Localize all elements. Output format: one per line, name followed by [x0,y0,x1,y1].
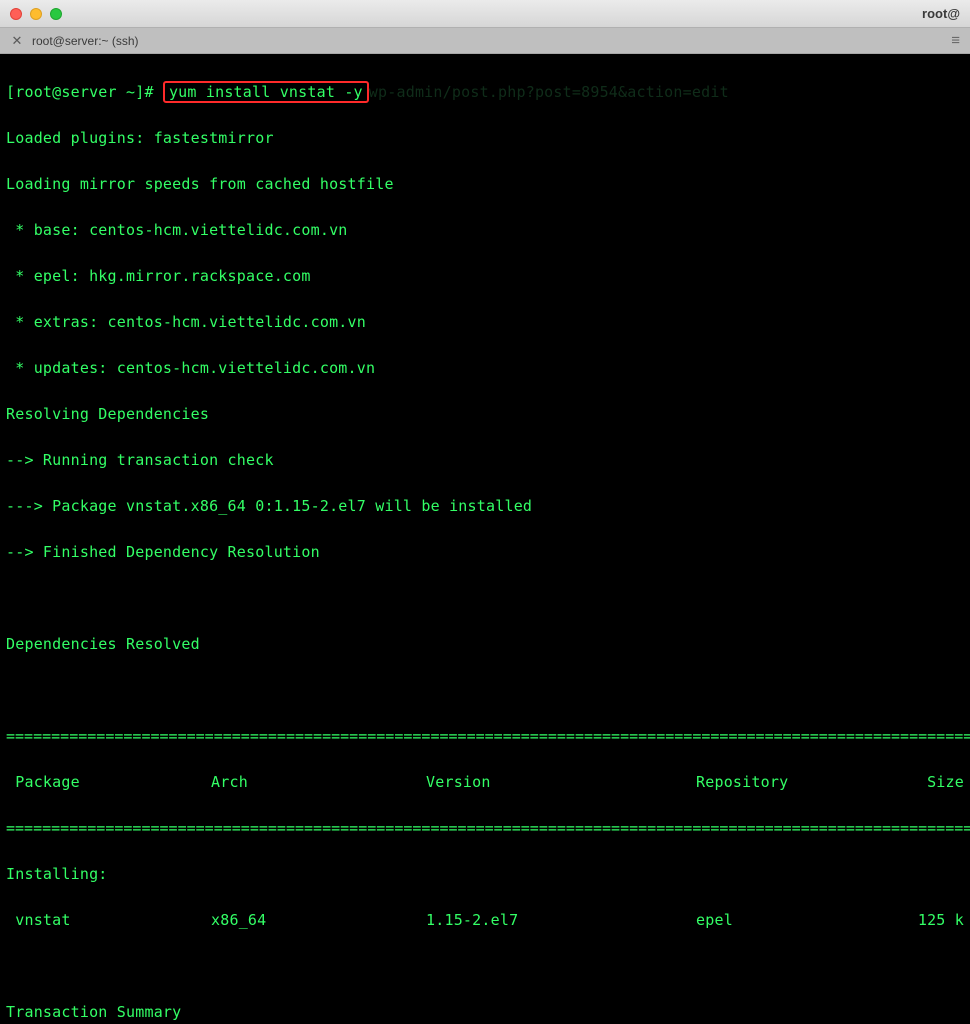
divider-line: ========================================… [6,817,964,840]
traffic-lights [10,8,62,20]
ghost-text: wp-admin/post.php?post=8954&action=edit [369,83,729,101]
tab-label: root@server:~ (ssh) [32,34,139,48]
terminal-line: Loaded plugins: fastestmirror [6,127,964,150]
prompt: [root@server ~]# [6,83,163,101]
col-package: Package [6,771,211,794]
cell-size: 125 k [876,909,964,932]
terminal-line: ---> Package vnstat.x86_64 0:1.15-2.el7 … [6,495,964,518]
maximize-window-button[interactable] [50,8,62,20]
command-highlight: yum install vnstat -y [163,81,369,103]
tab-ssh[interactable]: ✕ root@server:~ (ssh) ≡ [0,28,970,53]
terminal-line: Dependencies Resolved [6,633,964,656]
divider-line: ========================================… [6,725,964,748]
table-header-row: Package Arch Version Repository Size [6,771,964,794]
tab-menu-icon[interactable]: ≡ [951,32,960,49]
terminal-line: --> Finished Dependency Resolution [6,541,964,564]
terminal-line: --> Running transaction check [6,449,964,472]
terminal-line: Resolving Dependencies [6,403,964,426]
tab-bar: ✕ root@server:~ (ssh) ≡ [0,28,970,54]
close-tab-icon[interactable]: ✕ [10,33,24,49]
terminal-line: * extras: centos-hcm.viettelidc.com.vn [6,311,964,334]
titlebar[interactable]: root@ [0,0,970,28]
col-arch: Arch [211,771,426,794]
terminal-line: Loading mirror speeds from cached hostfi… [6,173,964,196]
terminal-body[interactable]: [root@server ~]# yum install vnstat -ywp… [0,54,970,1024]
cell-version: 1.15-2.el7 [426,909,696,932]
terminal-line: Installing: [6,863,964,886]
table-row: vnstat x86_64 1.15-2.el7 epel 125 k [6,909,964,932]
close-window-button[interactable] [10,8,22,20]
terminal-window: root@ ✕ root@server:~ (ssh) ≡ [root@serv… [0,0,970,1024]
terminal-line: Transaction Summary [6,1001,964,1024]
col-repository: Repository [696,771,876,794]
terminal-line: * updates: centos-hcm.viettelidc.com.vn [6,357,964,380]
cell-package: vnstat [6,909,211,932]
col-size: Size [876,771,964,794]
col-version: Version [426,771,696,794]
cell-arch: x86_64 [211,909,426,932]
cell-repository: epel [696,909,876,932]
terminal-line: * base: centos-hcm.viettelidc.com.vn [6,219,964,242]
terminal-line: * epel: hkg.mirror.rackspace.com [6,265,964,288]
window-title: root@ [922,6,960,21]
terminal-line: [root@server ~]# yum install vnstat -ywp… [6,81,964,104]
minimize-window-button[interactable] [30,8,42,20]
